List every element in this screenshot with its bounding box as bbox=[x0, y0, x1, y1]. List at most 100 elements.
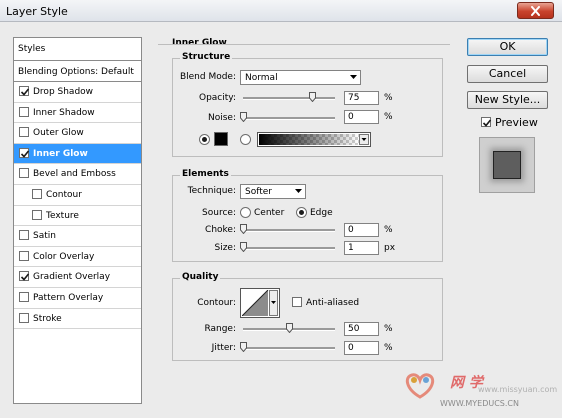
cancel-button[interactable]: Cancel bbox=[467, 65, 548, 83]
style-item-checkbox[interactable] bbox=[19, 168, 29, 179]
chevron-down-icon bbox=[359, 134, 369, 145]
style-item-checkbox[interactable] bbox=[19, 127, 29, 138]
style-item-texture[interactable]: Texture bbox=[14, 206, 141, 227]
style-preview-swatch bbox=[493, 151, 521, 179]
style-item-checkbox[interactable] bbox=[19, 106, 29, 117]
size-slider-thumb[interactable] bbox=[240, 242, 248, 252]
size-slider-track[interactable] bbox=[243, 247, 335, 250]
title-bar[interactable]: Layer Style bbox=[0, 0, 562, 22]
style-item-stroke[interactable]: Stroke bbox=[14, 309, 141, 330]
solid-color-radio[interactable] bbox=[199, 134, 210, 145]
style-item-pattern-overlay[interactable]: Pattern Overlay bbox=[14, 288, 141, 309]
size-input[interactable]: 1 bbox=[344, 241, 379, 255]
checkmark-icon bbox=[20, 150, 30, 158]
watermark-site: www.missyuan.com bbox=[478, 385, 558, 394]
style-item-satin[interactable]: Satin bbox=[14, 226, 141, 247]
style-item-checkbox[interactable] bbox=[19, 230, 29, 241]
noise-slider-thumb[interactable] bbox=[240, 112, 247, 122]
style-item-inner-glow[interactable]: Inner Glow bbox=[14, 143, 141, 165]
opacity-slider-track[interactable] bbox=[243, 97, 335, 100]
style-item-checkbox[interactable] bbox=[19, 292, 29, 302]
size-unit: px bbox=[384, 243, 396, 253]
style-item-outer-glow[interactable]: Outer Glow bbox=[14, 123, 141, 144]
choke-unit: % bbox=[384, 225, 393, 235]
style-item-label: Gradient Overlay bbox=[33, 272, 111, 283]
choke-slider-thumb[interactable] bbox=[240, 224, 247, 234]
style-item-checkbox[interactable] bbox=[32, 189, 42, 199]
preview-label: Preview bbox=[495, 116, 538, 129]
chevron-down-icon bbox=[295, 189, 302, 193]
blend-mode-select[interactable]: Normal bbox=[240, 70, 361, 85]
color-swatch[interactable] bbox=[214, 132, 228, 146]
preview-checkbox[interactable] bbox=[481, 117, 492, 127]
noise-unit: % bbox=[384, 112, 393, 122]
style-item-inner-shadow[interactable]: Inner Shadow bbox=[14, 103, 141, 124]
styles-header-label: Styles bbox=[18, 44, 46, 54]
style-item-label: Texture bbox=[46, 210, 79, 221]
watermark-logo-icon bbox=[405, 373, 435, 399]
style-item-bevel-and-emboss[interactable]: Bevel and Emboss bbox=[14, 164, 141, 185]
gradient-radio[interactable] bbox=[240, 134, 251, 145]
quality-title: Quality bbox=[180, 272, 221, 282]
noise-slider-track[interactable] bbox=[243, 117, 335, 120]
range-label: Range: bbox=[204, 324, 236, 334]
jitter-slider-track[interactable] bbox=[243, 347, 335, 350]
source-center-radio[interactable] bbox=[240, 207, 251, 218]
watermark: 网 学 WWW.MYEDUCS.CN www.missyuan.com bbox=[400, 365, 560, 413]
panel-title-rule bbox=[158, 44, 450, 45]
technique-select[interactable]: Softer bbox=[240, 184, 306, 199]
watermark-url: WWW.MYEDUCS.CN bbox=[440, 399, 519, 408]
anti-aliased-checkbox[interactable] bbox=[292, 297, 302, 307]
style-item-label: Color Overlay bbox=[33, 251, 95, 262]
style-item-gradient-overlay[interactable]: Gradient Overlay bbox=[14, 267, 141, 288]
layer-style-dialog: Layer Style Styles Blending Options: Def… bbox=[0, 0, 562, 418]
style-item-checkbox[interactable] bbox=[19, 271, 30, 282]
choke-input[interactable]: 0 bbox=[344, 223, 379, 237]
jitter-label: Jitter: bbox=[211, 343, 236, 353]
source-edge-radio[interactable] bbox=[296, 207, 307, 218]
style-item-drop-shadow[interactable]: Drop Shadow bbox=[14, 82, 141, 103]
checkmark-icon bbox=[482, 119, 492, 127]
choke-label: Choke: bbox=[205, 225, 236, 235]
opacity-slider-thumb[interactable] bbox=[309, 92, 316, 102]
style-item-color-overlay[interactable]: Color Overlay bbox=[14, 247, 141, 268]
close-button[interactable] bbox=[517, 2, 554, 19]
style-item-checkbox[interactable] bbox=[32, 209, 42, 220]
size-label: Size: bbox=[214, 243, 236, 253]
blending-options-label: Blending Options: Default bbox=[18, 67, 134, 77]
source-center-label: Center bbox=[254, 208, 285, 218]
noise-input[interactable]: 0 bbox=[344, 110, 379, 124]
elements-title: Elements bbox=[180, 169, 231, 179]
styles-header[interactable]: Styles bbox=[14, 38, 141, 61]
ok-button[interactable]: OK bbox=[467, 38, 548, 56]
choke-slider-track[interactable] bbox=[243, 229, 335, 232]
style-item-checkbox[interactable] bbox=[19, 250, 29, 261]
new-style-button[interactable]: New Style... bbox=[467, 91, 548, 109]
range-slider-thumb[interactable] bbox=[286, 323, 293, 333]
style-preview bbox=[479, 137, 535, 193]
jitter-value: 0 bbox=[348, 343, 354, 353]
noise-value: 0 bbox=[348, 112, 354, 122]
style-item-label: Inner Shadow bbox=[33, 107, 95, 118]
contour-picker[interactable] bbox=[240, 288, 280, 318]
style-item-label: Drop Shadow bbox=[33, 87, 94, 97]
range-input[interactable]: 50 bbox=[344, 322, 379, 336]
noise-label: Noise: bbox=[208, 113, 236, 123]
style-item-contour[interactable]: Contour bbox=[14, 185, 141, 206]
choke-value: 0 bbox=[348, 225, 354, 235]
close-icon bbox=[531, 5, 540, 16]
jitter-slider-thumb[interactable] bbox=[240, 342, 247, 352]
contour-label: Contour: bbox=[197, 298, 236, 308]
style-item-checkbox[interactable] bbox=[19, 86, 30, 96]
window-title: Layer Style bbox=[6, 5, 68, 18]
jitter-input[interactable]: 0 bbox=[344, 341, 379, 355]
opacity-input[interactable]: 75 bbox=[344, 91, 379, 105]
style-item-checkbox[interactable] bbox=[19, 147, 30, 158]
blending-options-item[interactable]: Blending Options: Default bbox=[14, 61, 141, 82]
gradient-picker[interactable] bbox=[257, 132, 371, 147]
style-item-checkbox[interactable] bbox=[19, 312, 29, 323]
panel-title: Inner Glow bbox=[172, 38, 227, 48]
opacity-unit: % bbox=[384, 93, 393, 103]
gradient-preview bbox=[259, 134, 359, 145]
blend-mode-value: Normal bbox=[245, 73, 278, 83]
